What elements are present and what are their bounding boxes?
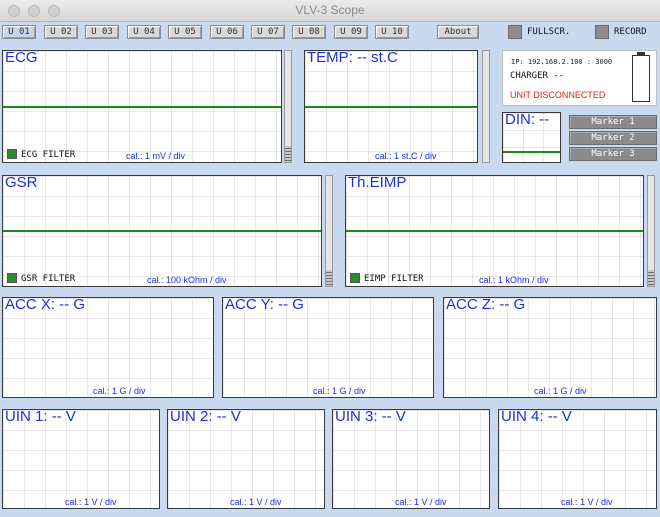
uin-1-calibration: cal.: 1 V / div bbox=[65, 497, 117, 507]
connection-status: UNIT DISCONNECTED bbox=[510, 90, 606, 100]
eimp-filter-checkbox[interactable] bbox=[350, 273, 360, 283]
acc-z-plot[interactable]: ACC Z: -- G cal.: 1 G / div bbox=[443, 297, 657, 398]
gsr-trace bbox=[3, 230, 321, 232]
ecg-filter-checkbox[interactable] bbox=[7, 149, 17, 159]
eimp-trace bbox=[346, 230, 643, 232]
eimp-calibration: cal.: 1 kOhm / div bbox=[479, 275, 549, 285]
status-panel: IP: 192.168.2.100 : 3000 CHARGER -- UNIT… bbox=[502, 50, 657, 106]
gsr-title: GSR bbox=[5, 175, 38, 191]
ecg-title: ECG bbox=[5, 50, 38, 66]
uin-3-calibration: cal.: 1 V / div bbox=[395, 497, 447, 507]
din-trace bbox=[503, 151, 560, 153]
unit-button-02[interactable]: U 02 bbox=[44, 25, 78, 39]
eimp-filter-label: EIMP FILTER bbox=[364, 274, 424, 284]
ecg-calibration: cal.: 1 mV / div bbox=[126, 151, 186, 161]
uin-4-calibration: cal.: 1 V / div bbox=[561, 497, 613, 507]
eimp-plot[interactable]: Th.EIMP EIMP FILTER cal.: 1 kOhm / div bbox=[345, 175, 644, 287]
ecg-filter-label: ECG FILTER bbox=[21, 150, 76, 160]
ip-address: IP: 192.168.2.100 : 3000 bbox=[511, 58, 613, 66]
unit-button-01[interactable]: U 01 bbox=[2, 25, 36, 39]
acc-x-plot[interactable]: ACC X: -- G cal.: 1 G / div bbox=[2, 297, 214, 398]
acc-y-title: ACC Y: -- G bbox=[225, 297, 304, 313]
unit-button-06[interactable]: U 06 bbox=[210, 25, 244, 39]
eimp-scroll-thumb[interactable] bbox=[648, 270, 654, 286]
gsr-filter-toggle[interactable]: GSR FILTER bbox=[7, 273, 75, 284]
unit-button-07[interactable]: U 07 bbox=[251, 25, 285, 39]
window-title: VLV-3 Scope bbox=[295, 3, 365, 17]
uin-1-plot[interactable]: UIN 1: -- V cal.: 1 V / div bbox=[2, 409, 160, 509]
uin-4-title: UIN 4: -- V bbox=[501, 409, 572, 425]
acc-z-title: ACC Z: -- G bbox=[446, 297, 526, 313]
gsr-scroll-thumb[interactable] bbox=[326, 270, 332, 286]
uin-3-plot[interactable]: UIN 3: -- V cal.: 1 V / div bbox=[332, 409, 490, 509]
unit-button-10[interactable]: U 10 bbox=[375, 25, 409, 39]
ecg-trace bbox=[3, 106, 281, 108]
fullscreen-checkbox[interactable] bbox=[508, 25, 522, 39]
record-checkbox[interactable] bbox=[595, 25, 609, 39]
acc-z-calibration: cal.: 1 G / div bbox=[534, 386, 587, 396]
temp-calibration: cal.: 1 st.C / div bbox=[375, 151, 437, 161]
acc-y-calibration: cal.: 1 G / div bbox=[313, 386, 366, 396]
unit-button-03[interactable]: U 03 bbox=[85, 25, 119, 39]
acc-y-plot[interactable]: ACC Y: -- G cal.: 1 G / div bbox=[222, 297, 434, 398]
din-plot[interactable]: DIN: -- bbox=[502, 112, 561, 163]
temp-trace bbox=[305, 106, 477, 108]
ecg-filter-toggle[interactable]: ECG FILTER bbox=[7, 149, 75, 160]
temp-title: TEMP: -- st.C bbox=[307, 50, 398, 66]
uin-3-title: UIN 3: -- V bbox=[335, 409, 406, 425]
fullscreen-label: FULLSCR. bbox=[527, 27, 571, 37]
gsr-scrollbar[interactable] bbox=[325, 175, 333, 287]
uin-1-title: UIN 1: -- V bbox=[5, 409, 76, 425]
unit-button-08[interactable]: U 08 bbox=[292, 25, 326, 39]
gsr-plot[interactable]: GSR GSR FILTER cal.: 100 kOhm / div bbox=[2, 175, 322, 287]
acc-x-title: ACC X: -- G bbox=[5, 297, 86, 313]
marker-1-button[interactable]: Marker 1 bbox=[569, 115, 657, 129]
ecg-plot[interactable]: ECG ECG FILTER cal.: 1 mV / div bbox=[2, 50, 282, 163]
din-title: DIN: -- bbox=[505, 112, 550, 128]
record-label: RECORD bbox=[614, 27, 647, 37]
ecg-scroll-thumb[interactable] bbox=[285, 146, 291, 162]
temp-scrollbar[interactable] bbox=[482, 50, 490, 163]
charger-status: CHARGER -- bbox=[510, 71, 565, 81]
ecg-scrollbar[interactable] bbox=[284, 50, 292, 163]
gsr-filter-checkbox[interactable] bbox=[7, 273, 17, 283]
unit-button-05[interactable]: U 05 bbox=[168, 25, 202, 39]
eimp-title: Th.EIMP bbox=[348, 175, 407, 191]
gsr-filter-label: GSR FILTER bbox=[21, 274, 76, 284]
about-button[interactable]: About bbox=[437, 25, 479, 39]
eimp-scrollbar[interactable] bbox=[647, 175, 655, 287]
uin-2-plot[interactable]: UIN 2: -- V cal.: 1 V / div bbox=[167, 409, 325, 509]
uin-4-plot[interactable]: UIN 4: -- V cal.: 1 V / div bbox=[498, 409, 657, 509]
battery-icon bbox=[632, 52, 650, 102]
uin-2-title: UIN 2: -- V bbox=[170, 409, 241, 425]
unit-button-09[interactable]: U 09 bbox=[334, 25, 368, 39]
acc-x-calibration: cal.: 1 G / div bbox=[93, 386, 146, 396]
marker-3-button[interactable]: Marker 3 bbox=[569, 147, 657, 161]
uin-2-calibration: cal.: 1 V / div bbox=[230, 497, 282, 507]
gsr-calibration: cal.: 100 kOhm / div bbox=[147, 275, 227, 285]
window-titlebar: VLV-3 Scope bbox=[0, 0, 660, 22]
eimp-filter-toggle[interactable]: EIMP FILTER bbox=[350, 273, 424, 284]
unit-button-04[interactable]: U 04 bbox=[127, 25, 161, 39]
marker-2-button[interactable]: Marker 2 bbox=[569, 131, 657, 145]
temp-plot[interactable]: TEMP: -- st.C cal.: 1 st.C / div bbox=[304, 50, 478, 163]
